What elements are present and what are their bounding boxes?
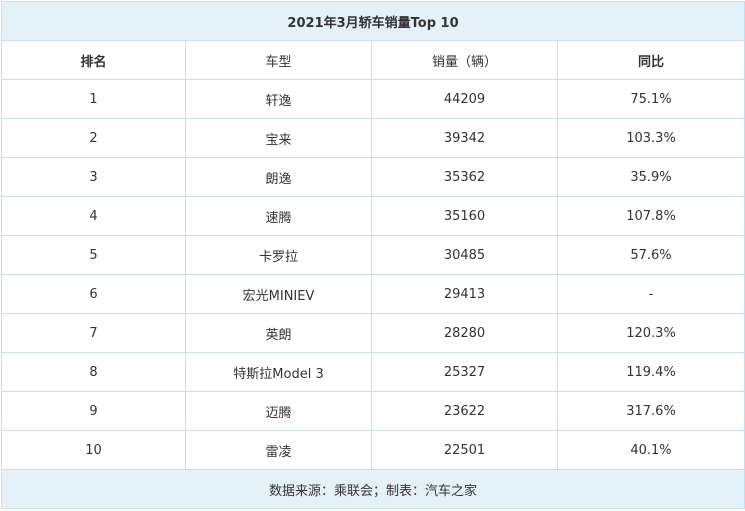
cell-model: 迈腾 — [185, 391, 372, 431]
cell-model: 卡罗拉 — [185, 235, 372, 275]
cell-sales: 35160 — [371, 196, 558, 236]
cell-model: 英朗 — [185, 313, 372, 353]
cell-model: 雷凌 — [185, 430, 372, 470]
sales-table: 2021年3月轿车销量Top 10 排名 车型 销量（辆） 同比 1 轩逸 44… — [0, 1, 745, 509]
cell-sales: 22501 — [371, 430, 558, 470]
table-row: 8 特斯拉Model 3 25327 119.4% — [1, 352, 745, 392]
cell-model: 特斯拉Model 3 — [185, 352, 372, 392]
cell-model: 轩逸 — [185, 79, 372, 119]
table-row: 9 迈腾 23622 317.6% — [1, 391, 745, 431]
header-sales: 销量（辆） — [371, 40, 558, 80]
cell-rank: 5 — [1, 235, 186, 275]
table-row: 6 宏光MINIEV 29413 - — [1, 274, 745, 314]
header-model: 车型 — [185, 40, 372, 80]
cell-sales: 39342 — [371, 118, 558, 158]
cell-sales: 35362 — [371, 157, 558, 197]
cell-yoy: 57.6% — [556, 235, 745, 275]
header-rank: 排名 — [1, 40, 186, 80]
table-title: 2021年3月轿车销量Top 10 — [0, 1, 745, 41]
cell-model: 宏光MINIEV — [185, 274, 372, 314]
cell-sales: 29413 — [371, 274, 558, 314]
cell-sales: 28280 — [371, 313, 558, 353]
cell-model: 朗逸 — [185, 157, 372, 197]
cell-yoy: 120.3% — [556, 313, 745, 353]
cell-sales: 23622 — [371, 391, 558, 431]
cell-rank: 1 — [1, 79, 186, 119]
header-yoy: 同比 — [556, 40, 745, 80]
table-source-note: 数据来源：乘联会；制表：汽车之家 — [0, 469, 745, 509]
table-row: 4 速腾 35160 107.8% — [1, 196, 745, 236]
cell-yoy: 40.1% — [556, 430, 745, 470]
table-row: 10 雷凌 22501 40.1% — [1, 430, 745, 470]
cell-yoy: 35.9% — [556, 157, 745, 197]
cell-rank: 6 — [1, 274, 186, 314]
table-row: 1 轩逸 44209 75.1% — [1, 79, 745, 119]
table-title-row: 2021年3月轿车销量Top 10 — [0, 1, 745, 41]
table-header-row: 排名 车型 销量（辆） 同比 — [1, 40, 745, 80]
cell-rank: 4 — [1, 196, 186, 236]
cell-sales: 44209 — [371, 79, 558, 119]
cell-yoy: 317.6% — [556, 391, 745, 431]
cell-rank: 10 — [1, 430, 186, 470]
cell-yoy: 107.8% — [556, 196, 745, 236]
table-row: 2 宝来 39342 103.3% — [1, 118, 745, 158]
cell-yoy: 103.3% — [556, 118, 745, 158]
cell-rank: 8 — [1, 352, 186, 392]
cell-yoy: - — [556, 274, 745, 314]
table-footer-row: 数据来源：乘联会；制表：汽车之家 — [0, 469, 745, 509]
cell-sales: 25327 — [371, 352, 558, 392]
table-row: 7 英朗 28280 120.3% — [1, 313, 745, 353]
cell-rank: 2 — [1, 118, 186, 158]
table-row: 3 朗逸 35362 35.9% — [1, 157, 745, 197]
cell-rank: 9 — [1, 391, 186, 431]
cell-rank: 3 — [1, 157, 186, 197]
cell-model: 宝来 — [185, 118, 372, 158]
cell-yoy: 119.4% — [556, 352, 745, 392]
cell-yoy: 75.1% — [556, 79, 745, 119]
cell-model: 速腾 — [185, 196, 372, 236]
table-row: 5 卡罗拉 30485 57.6% — [1, 235, 745, 275]
cell-rank: 7 — [1, 313, 186, 353]
cell-sales: 30485 — [371, 235, 558, 275]
